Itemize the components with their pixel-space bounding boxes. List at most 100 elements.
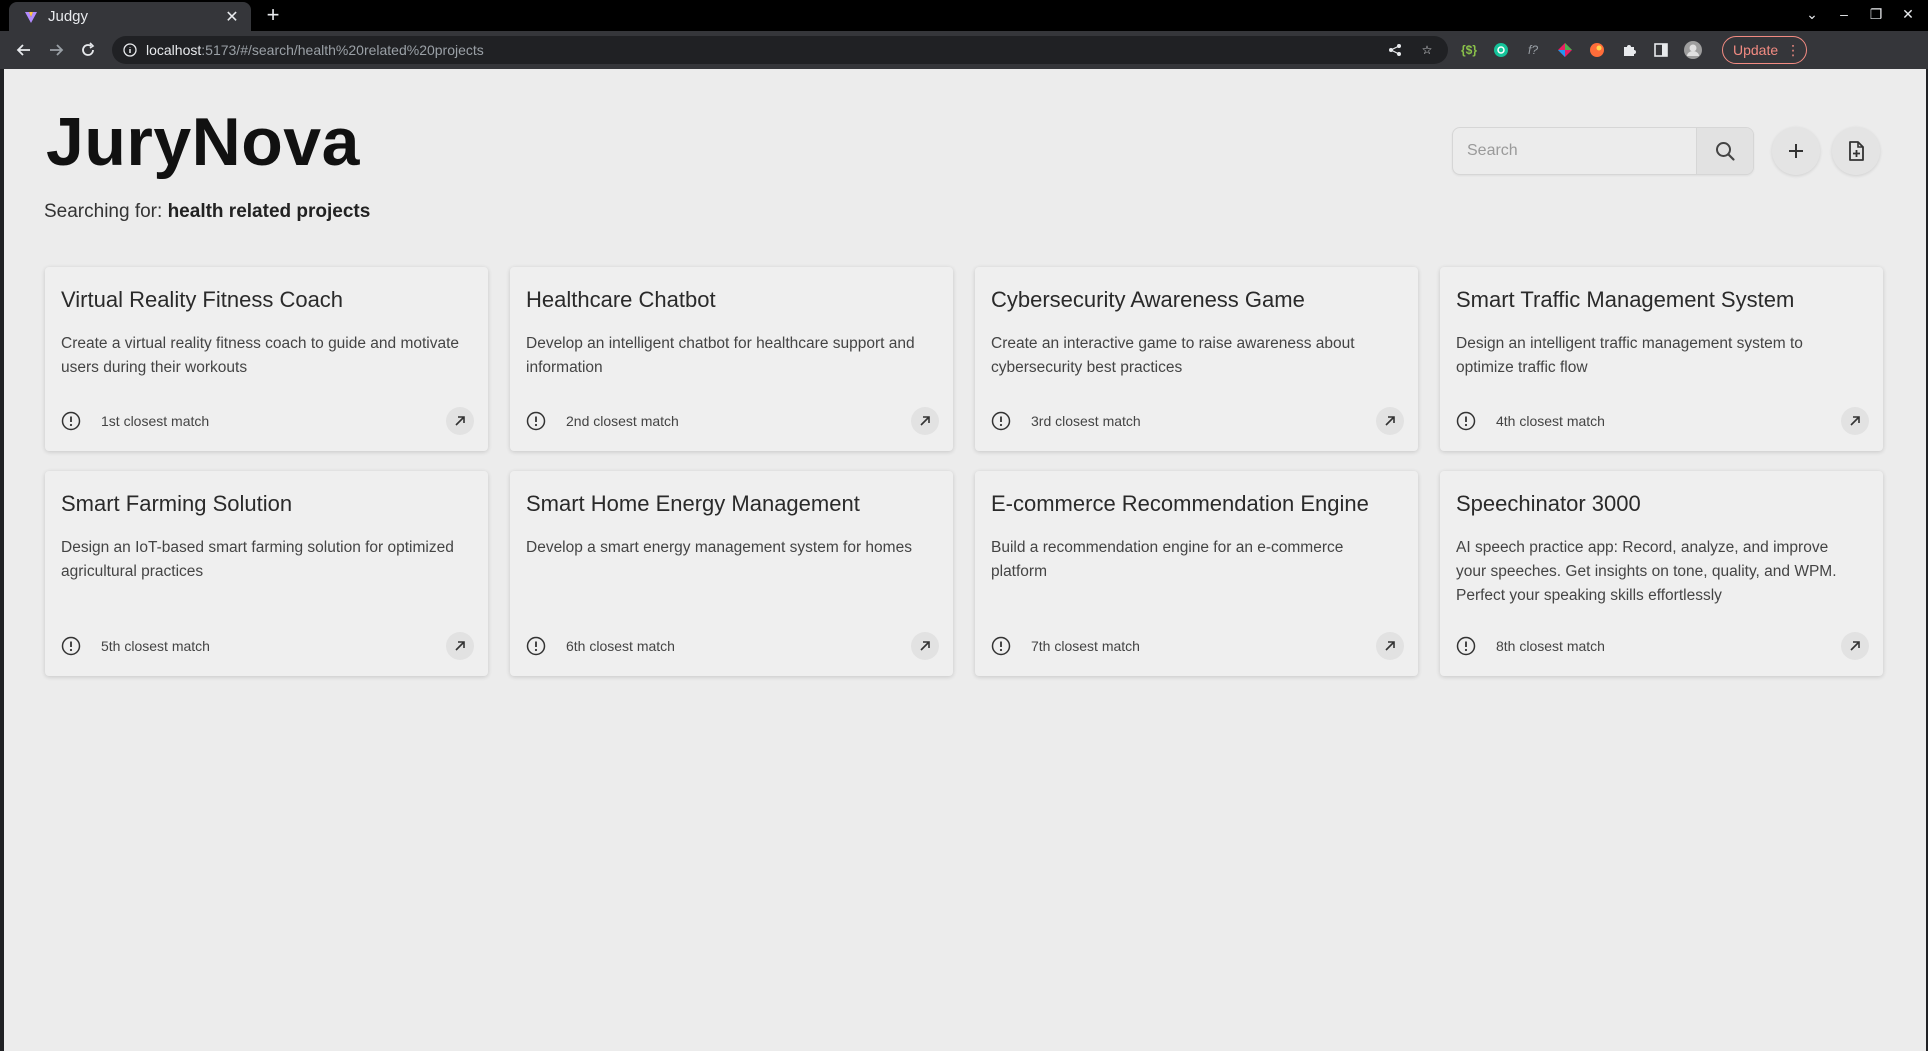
search-summary-prefix: Searching for: (44, 201, 168, 222)
card-footer: 7th closest match (991, 632, 1404, 660)
tab-search-icon[interactable]: ⌄ (1802, 4, 1822, 24)
arrow-up-right-icon (1850, 641, 1860, 651)
project-description: AI speech practice app: Record, analyze,… (1456, 539, 1837, 604)
project-description: Design an IoT-based smart farming soluti… (61, 539, 454, 580)
json-extension-icon[interactable]: {$} (1458, 39, 1480, 61)
info-circle-icon (61, 411, 81, 431)
open-project-button[interactable] (1376, 632, 1404, 660)
fire-extension-icon[interactable] (1586, 39, 1608, 61)
card-footer: 3rd closest match (991, 407, 1404, 435)
address-bar[interactable]: localhost:5173/#/search/health%20related… (112, 36, 1448, 64)
project-description: Design an intelligent traffic management… (1456, 335, 1803, 376)
project-title: Virtual Reality Fitness Coach (61, 287, 344, 312)
project-card[interactable]: Speechinator 3000 AI speech practice app… (1440, 471, 1883, 676)
match-rank: 1st closest match (101, 413, 210, 429)
match-rank: 6th closest match (566, 638, 675, 654)
info-circle-icon (1456, 411, 1476, 431)
window-close-icon[interactable]: ✕ (1898, 4, 1918, 24)
extensions-puzzle-icon[interactable] (1618, 39, 1640, 61)
browser-toolbar: localhost:5173/#/search/health%20related… (0, 31, 1928, 69)
side-panel-icon[interactable] (1650, 39, 1672, 61)
app-page: JuryNova Searching for: health related p… (4, 69, 1926, 1051)
restore-icon[interactable]: ❐ (1866, 4, 1886, 24)
grammar-extension-icon[interactable] (1490, 39, 1512, 61)
file-plus-icon (1849, 141, 1864, 161)
app-favicon-icon (23, 9, 39, 25)
project-title: Smart Home Energy Management (526, 491, 860, 516)
search-input[interactable] (1453, 128, 1696, 174)
search-icon (1716, 142, 1735, 161)
browser-tab[interactable]: Judgy ✕ (9, 2, 251, 31)
card-footer: 6th closest match (526, 632, 939, 660)
card-footer: 1st closest match (61, 407, 474, 435)
info-circle-icon (61, 636, 81, 656)
project-title: Smart Farming Solution (61, 491, 293, 516)
info-circle-icon (526, 411, 546, 431)
arrow-up-right-icon (455, 641, 465, 651)
color-extension-icon[interactable] (1554, 39, 1576, 61)
open-project-button[interactable] (1841, 407, 1869, 435)
arrow-up-right-icon (1385, 416, 1395, 426)
bookmark-star-icon[interactable]: ☆ (1416, 39, 1438, 61)
project-title: Smart Traffic Management System (1456, 287, 1795, 312)
formula-extension-icon[interactable]: f? (1522, 39, 1544, 61)
open-project-button[interactable] (911, 632, 939, 660)
update-button[interactable]: Update ⋮ (1722, 36, 1808, 64)
project-title: E-commerce Recommendation Engine (991, 491, 1369, 516)
project-card[interactable]: Healthcare Chatbot Develop an intelligen… (510, 267, 953, 451)
forward-icon[interactable] (42, 36, 70, 64)
info-circle-icon (1456, 636, 1476, 656)
project-title: Healthcare Chatbot (526, 287, 716, 312)
project-description: Create an interactive game to raise awar… (991, 335, 1355, 376)
back-icon[interactable] (10, 36, 38, 64)
match-rank: 3rd closest match (1031, 413, 1141, 429)
plus-icon (1789, 144, 1803, 158)
project-card[interactable]: Smart Farming Solution Design an IoT-bas… (45, 471, 488, 676)
project-card[interactable]: Smart Home Energy Management Develop a s… (510, 471, 953, 676)
share-icon[interactable] (1384, 39, 1406, 61)
project-grid: Virtual Reality Fitness Coach Create a v… (45, 267, 1883, 676)
more-menu-icon: ⋮ (1786, 41, 1801, 58)
open-project-button[interactable] (1376, 407, 1404, 435)
project-card[interactable]: Virtual Reality Fitness Coach Create a v… (45, 267, 488, 451)
arrow-up-right-icon (1850, 416, 1860, 426)
update-label: Update (1733, 42, 1779, 58)
arrow-up-right-icon (920, 416, 930, 426)
arrow-up-right-icon (455, 416, 465, 426)
minimize-icon[interactable]: – (1834, 4, 1854, 24)
search-query: health related projects (167, 201, 371, 222)
match-rank: 7th closest match (1031, 638, 1140, 654)
add-file-button[interactable] (1832, 127, 1880, 175)
search-box (1452, 127, 1754, 175)
new-tab-icon[interactable]: + (261, 2, 285, 27)
add-project-button[interactable] (1772, 127, 1820, 175)
project-description: Build a recommendation engine for an e-c… (991, 539, 1344, 580)
arrow-up-right-icon (1385, 641, 1395, 651)
card-footer: 5th closest match (61, 632, 474, 660)
tab-title: Judgy (48, 8, 89, 25)
card-footer: 4th closest match (1456, 407, 1869, 435)
reload-icon[interactable] (74, 36, 102, 64)
tab-close-icon[interactable]: ✕ (221, 6, 243, 28)
search-button[interactable] (1696, 128, 1753, 174)
info-circle-icon (526, 636, 546, 656)
site-info-icon[interactable] (122, 42, 138, 58)
project-description: Create a virtual reality fitness coach t… (61, 335, 460, 376)
open-project-button[interactable] (1841, 632, 1869, 660)
url-host: localhost (146, 42, 202, 58)
open-project-button[interactable] (446, 407, 474, 435)
project-card[interactable]: Cybersecurity Awareness Game Create an i… (975, 267, 1418, 451)
project-description: Develop an intelligent chatbot for healt… (526, 335, 915, 376)
profile-avatar-icon[interactable] (1682, 39, 1704, 61)
info-circle-icon (991, 411, 1011, 431)
open-project-button[interactable] (911, 407, 939, 435)
window-controls: ⌄ – ❐ ✕ (1802, 4, 1918, 24)
info-circle-icon (991, 636, 1011, 656)
open-project-button[interactable] (446, 632, 474, 660)
card-footer: 2nd closest match (526, 407, 939, 435)
brand-title: JuryNova (46, 104, 360, 180)
match-rank: 4th closest match (1496, 413, 1605, 429)
project-card[interactable]: Smart Traffic Management System Design a… (1440, 267, 1883, 451)
project-card[interactable]: E-commerce Recommendation Engine Build a… (975, 471, 1418, 676)
match-rank: 8th closest match (1496, 638, 1605, 654)
